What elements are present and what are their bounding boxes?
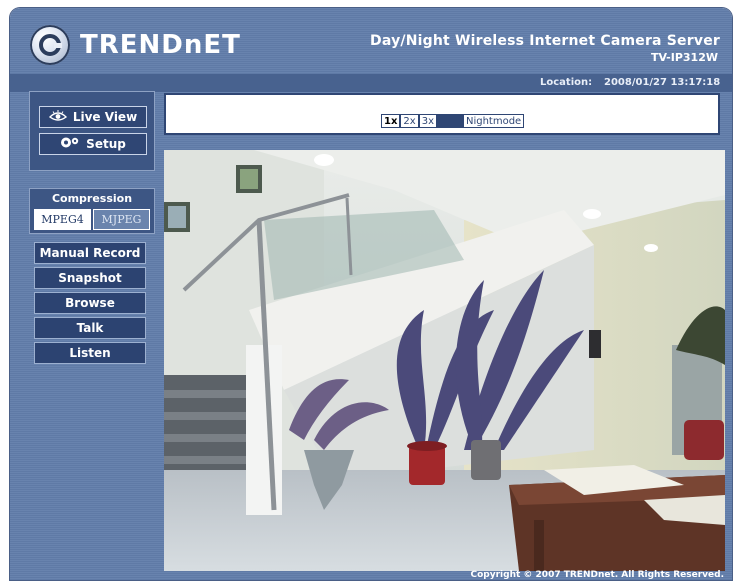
camera-image — [164, 150, 725, 571]
gear-icon — [60, 136, 80, 152]
eye-icon — [48, 109, 67, 125]
listen-button[interactable]: Listen — [34, 342, 146, 364]
location-label: Location: — [540, 77, 593, 88]
compression-title: Compression — [51, 192, 133, 205]
manual-record-button[interactable]: Manual Record — [34, 242, 146, 264]
mpeg4-button[interactable]: MPEG4 — [34, 209, 91, 230]
copyright-text: Copyright © 2007 TRENDnet. All Rights Re… — [470, 570, 725, 580]
video-toolbar: 1x 2x 3x Nightmode — [164, 93, 720, 135]
zoom-controls: 1x 2x 3x Nightmode — [381, 114, 525, 128]
action-buttons: Manual Record Snapshot Browse Talk Liste… — [34, 242, 146, 367]
toolbar-divider — [436, 114, 463, 128]
nightmode-button[interactable]: Nightmode — [462, 114, 525, 128]
live-video-feed[interactable] — [164, 150, 725, 571]
brand-logo-text: TRENDnET — [80, 30, 241, 60]
setup-label: Setup — [86, 137, 126, 151]
trendnet-logo-icon — [30, 25, 70, 65]
product-model: TV-IP312W — [650, 51, 718, 64]
zoom-1x-button[interactable]: 1x — [381, 114, 401, 128]
browse-button[interactable]: Browse — [34, 292, 146, 314]
compression-panel: Compression MPEG4 MJPEG — [29, 188, 155, 234]
main-nav-panel: Live View Setup — [29, 91, 155, 171]
timestamp: 2008/01/27 13:17:18 — [604, 77, 721, 88]
live-view-label: Live View — [72, 110, 138, 124]
live-view-button[interactable]: Live View — [39, 106, 147, 128]
mjpeg-button[interactable]: MJPEG — [93, 209, 150, 230]
zoom-2x-button[interactable]: 2x — [400, 114, 419, 128]
talk-button[interactable]: Talk — [34, 317, 146, 339]
setup-button[interactable]: Setup — [39, 133, 147, 155]
zoom-3x-button[interactable]: 3x — [418, 114, 437, 128]
snapshot-button[interactable]: Snapshot — [34, 267, 146, 289]
camera-web-ui: TRENDnET Day/Night Wireless Internet Cam… — [10, 8, 732, 580]
product-title: Day/Night Wireless Internet Camera Serve… — [370, 33, 720, 49]
